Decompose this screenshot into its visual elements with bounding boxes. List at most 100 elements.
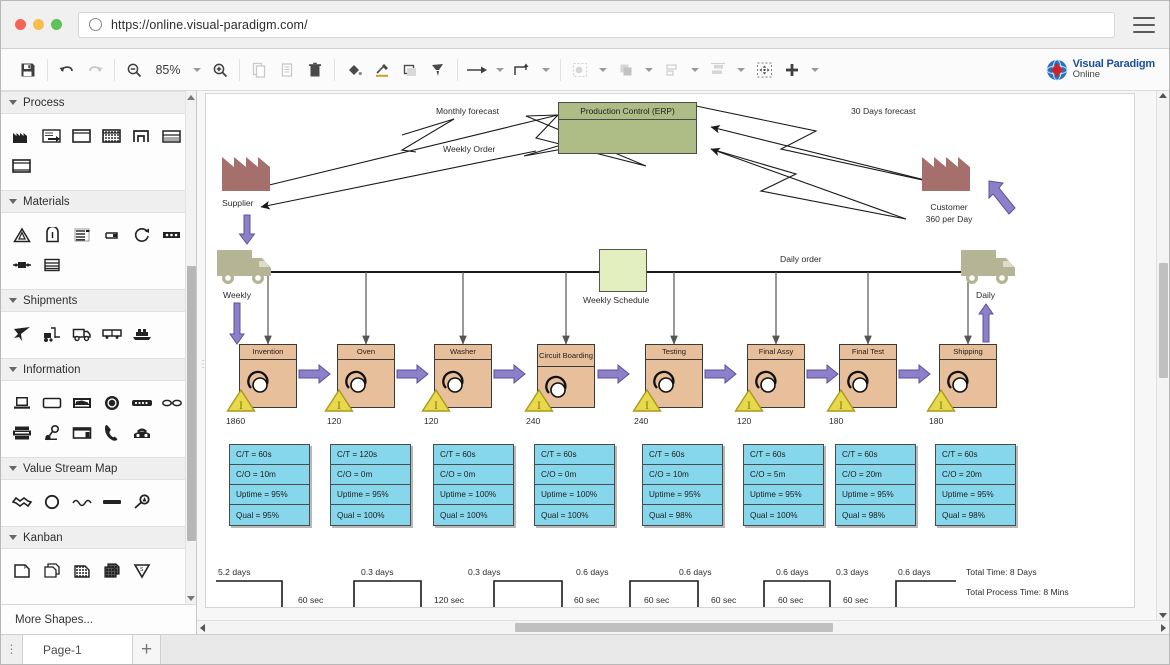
distribute-icon[interactable] xyxy=(706,58,730,82)
operator-icon[interactable] xyxy=(38,488,66,516)
distribute-caret[interactable] xyxy=(737,68,745,72)
hatched-process-icon[interactable] xyxy=(98,122,126,150)
factory-icon[interactable] xyxy=(8,122,36,150)
add-icon[interactable] xyxy=(780,58,804,82)
close-window-button[interactable] xyxy=(15,19,26,30)
copy-icon[interactable] xyxy=(247,58,271,82)
diagram-sheet[interactable]: Supplier Weekly xyxy=(205,93,1135,608)
line-color-icon[interactable] xyxy=(370,58,394,82)
selection-icon[interactable] xyxy=(568,58,592,82)
phone-handset-icon[interactable] xyxy=(98,419,126,447)
format-painter-icon[interactable] xyxy=(426,58,450,82)
bring-to-front-icon[interactable] xyxy=(614,58,638,82)
production-kanban-icon[interactable]: P xyxy=(8,557,36,585)
selection-caret[interactable] xyxy=(599,68,607,72)
save-icon[interactable] xyxy=(16,58,40,82)
rail-icon[interactable] xyxy=(98,320,126,348)
orthogonal-connector-icon[interactable] xyxy=(511,58,535,82)
straight-connector-caret[interactable] xyxy=(496,68,504,72)
shapes-panel-scrollbar[interactable] xyxy=(185,91,196,604)
filled-circle-icon[interactable] xyxy=(98,389,126,417)
material-link-icon[interactable] xyxy=(8,251,36,279)
truck-icon[interactable] xyxy=(68,320,96,348)
shape-section-shipments[interactable]: Shipments xyxy=(1,289,196,312)
warning-triangle-icon[interactable] xyxy=(8,221,36,249)
printer-icon[interactable] xyxy=(8,419,36,447)
address-bar[interactable]: https://online.visual-paradigm.com/ xyxy=(78,12,1115,38)
window-process-icon[interactable] xyxy=(8,152,36,180)
add-caret[interactable] xyxy=(811,68,819,72)
inventory-table-icon[interactable] xyxy=(38,251,66,279)
shapes-scroll-down-button[interactable] xyxy=(186,592,196,604)
trash-icon[interactable] xyxy=(303,58,327,82)
shapes-scroll-up-button[interactable] xyxy=(186,91,196,103)
minimize-window-button[interactable] xyxy=(33,19,44,30)
shape-section-kanban[interactable]: Kanban xyxy=(1,526,196,549)
orthogonal-connector-caret[interactable] xyxy=(542,68,550,72)
paste-icon[interactable] xyxy=(275,58,299,82)
add-page-button[interactable]: + xyxy=(133,635,161,664)
network-icon[interactable] xyxy=(38,419,66,447)
telephone-icon[interactable] xyxy=(128,419,156,447)
redo-icon[interactable] xyxy=(83,58,107,82)
database-icon[interactable] xyxy=(68,389,96,417)
fill-color-icon[interactable] xyxy=(342,58,366,82)
bring-to-front-caret[interactable] xyxy=(645,68,653,72)
hamburger-menu-icon[interactable] xyxy=(1133,17,1155,33)
bar-icon[interactable] xyxy=(98,488,126,516)
zoom-in-icon[interactable] xyxy=(208,58,232,82)
card-reader-icon[interactable] xyxy=(68,419,96,447)
laptop-icon[interactable] xyxy=(8,389,36,417)
drag-grip-icon[interactable]: ⋮ xyxy=(1,635,23,664)
shape-section-information[interactable]: Information xyxy=(1,358,196,381)
material-list-icon[interactable] xyxy=(68,221,96,249)
safety-stock-icon[interactable] xyxy=(38,221,66,249)
align-caret[interactable] xyxy=(691,68,699,72)
canvas-scroll-down-button[interactable] xyxy=(1157,613,1169,618)
more-shapes-button[interactable]: More Shapes... xyxy=(1,604,196,634)
reload-icon[interactable] xyxy=(89,18,102,31)
table-process-icon[interactable] xyxy=(158,122,186,150)
panel-resize-handle[interactable]: ⋮⋮ xyxy=(198,359,203,373)
display-icon[interactable] xyxy=(38,389,66,417)
glasses-icon[interactable] xyxy=(158,389,186,417)
canvas-scroll-right-button[interactable] xyxy=(1161,621,1166,634)
shape-style-icon[interactable] xyxy=(398,58,422,82)
undo-icon[interactable] xyxy=(55,58,79,82)
tape-icon[interactable] xyxy=(128,389,156,417)
shape-section-value-stream-map[interactable]: Value Stream Map xyxy=(1,457,196,480)
align-icon[interactable] xyxy=(660,58,684,82)
air-freight-icon[interactable] xyxy=(8,320,36,348)
kanban-stack-icon[interactable] xyxy=(38,557,66,585)
shape-section-process[interactable]: Process xyxy=(1,91,196,114)
canvas-viewport[interactable]: ⋮⋮ xyxy=(197,91,1156,620)
maximize-window-button[interactable] xyxy=(51,19,62,30)
blank-process-icon[interactable] xyxy=(68,122,96,150)
canvas-vertical-scrollbar[interactable] xyxy=(1156,91,1169,620)
canvas-horizontal-scrollbar[interactable] xyxy=(197,620,1169,634)
buffer-icon[interactable] xyxy=(158,221,186,249)
canvas-vertical-scroll-thumb[interactable] xyxy=(1159,263,1168,378)
straight-connector-icon[interactable] xyxy=(465,58,489,82)
shape-section-materials[interactable]: Materials xyxy=(1,190,196,213)
search-magnifier-icon[interactable] xyxy=(128,488,156,516)
signal-kanban-icon[interactable]: S xyxy=(128,557,156,585)
shapes-scroll-thumb[interactable] xyxy=(187,266,196,541)
zoom-dropdown-caret[interactable] xyxy=(193,68,201,72)
material-tag-icon[interactable] xyxy=(98,221,126,249)
forklift-icon[interactable] xyxy=(38,320,66,348)
signal-kanban-stack-icon[interactable] xyxy=(98,557,126,585)
gate-process-icon[interactable] xyxy=(128,122,156,150)
wave-line-icon[interactable] xyxy=(68,488,96,516)
page-tab-page-1[interactable]: Page-1 xyxy=(23,635,133,664)
canvas-scroll-up-button[interactable] xyxy=(1157,93,1169,98)
kaizen-burst-icon[interactable] xyxy=(8,488,36,516)
fit-to-screen-icon[interactable] xyxy=(752,58,776,82)
process-with-arrow-icon[interactable] xyxy=(38,122,66,150)
rework-loop-icon[interactable] xyxy=(128,221,156,249)
canvas-horizontal-scroll-thumb[interactable] xyxy=(515,623,833,632)
zoom-out-icon[interactable] xyxy=(122,58,146,82)
ship-icon[interactable] xyxy=(128,320,156,348)
withdrawal-kanban-icon[interactable] xyxy=(68,557,96,585)
canvas-scroll-left-button[interactable] xyxy=(200,621,205,634)
